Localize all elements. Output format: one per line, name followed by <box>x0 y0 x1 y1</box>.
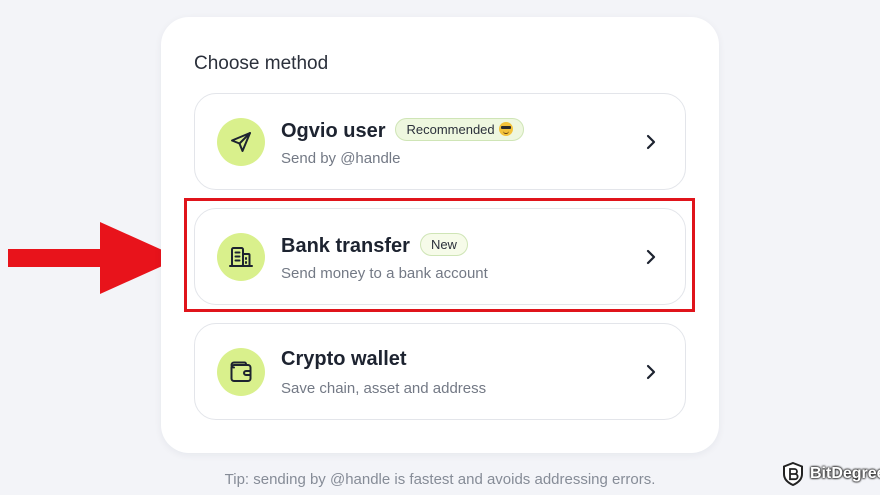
new-badge: New <box>419 233 468 256</box>
option-ogvio-user[interactable]: Ogvio user Recommended Send by @handle <box>194 93 686 190</box>
badge-label: New <box>430 237 457 252</box>
chevron-right-icon <box>643 362 659 382</box>
option-title: Ogvio user Recommended <box>281 118 524 143</box>
bitdegree-shield-icon <box>783 462 803 486</box>
option-title-text: Crypto wallet <box>281 348 407 370</box>
choose-method-card: Choose method Ogvio user Recommended Send… <box>161 17 719 453</box>
brand-name: BitDegree <box>810 465 880 482</box>
chevron-right-icon <box>643 132 659 152</box>
recommended-badge: Recommended <box>395 118 524 141</box>
option-crypto-wallet[interactable]: Crypto wallet Save chain, asset and addr… <box>194 323 686 420</box>
sunglasses-emoji-icon <box>498 122 513 136</box>
option-title-text: Bank transfer <box>281 235 410 257</box>
wallet-icon <box>217 348 265 396</box>
bank-building-icon <box>217 233 265 281</box>
option-title-text: Ogvio user <box>281 120 386 142</box>
option-bank-transfer[interactable]: Bank transfer New Send money to a bank ac… <box>194 208 686 305</box>
option-subtitle: Send money to a bank account <box>281 265 488 282</box>
bitdegree-logo: BitDegree <box>782 462 880 486</box>
option-title: Crypto wallet <box>281 348 407 371</box>
send-plane-icon <box>217 118 265 166</box>
badge-label: Recommended <box>406 122 495 137</box>
option-title: Bank transfer New <box>281 233 468 258</box>
red-pointer-arrow <box>8 222 180 294</box>
tip-text: Tip: sending by @handle is fastest and a… <box>224 471 656 488</box>
option-subtitle: Send by @handle <box>281 150 401 167</box>
card-title: Choose method <box>194 53 329 74</box>
chevron-right-icon <box>643 247 659 267</box>
option-subtitle: Save chain, asset and address <box>281 380 487 397</box>
